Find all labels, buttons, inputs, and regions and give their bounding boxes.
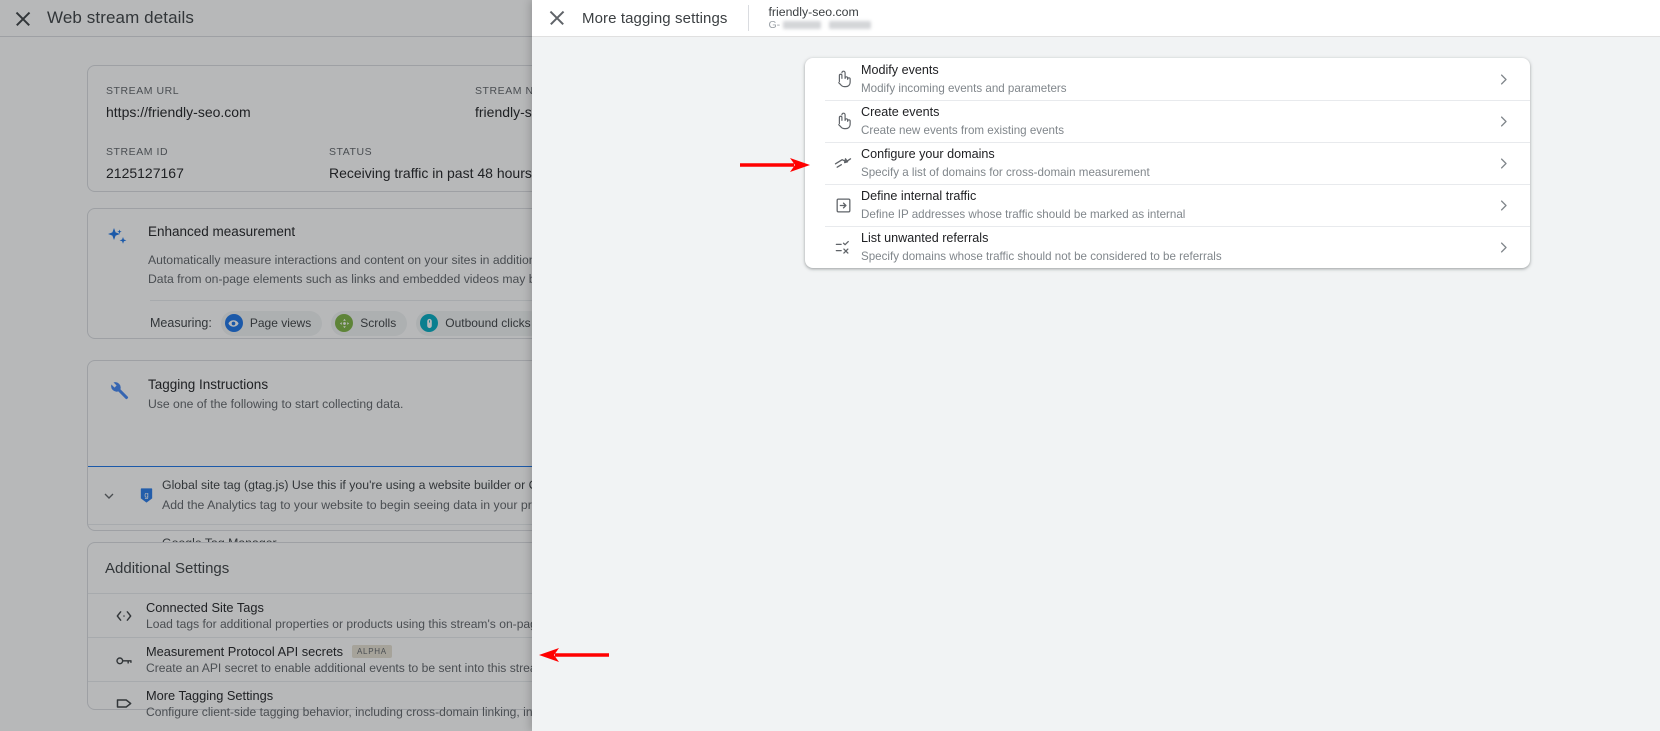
wrench-icon xyxy=(106,377,132,411)
row-title: Create events xyxy=(861,105,940,120)
chevron-right-icon[interactable] xyxy=(1490,240,1516,255)
property-info: friendly-seo.com G- xyxy=(769,5,872,31)
settings-row-list-unwanted-referrals[interactable]: List unwanted referrals Specify domains … xyxy=(805,226,1530,268)
chevron-right-icon[interactable] xyxy=(1490,198,1516,213)
chip-page-views[interactable]: Page views xyxy=(220,310,323,336)
close-icon[interactable] xyxy=(548,9,566,27)
chip-label: Scrolls xyxy=(360,316,397,331)
property-measurement-id: G- xyxy=(769,19,872,31)
field-stream-id: STREAM ID 2125127167 xyxy=(106,146,184,181)
sparkle-icon xyxy=(106,224,132,289)
row-text: Modify events Modify incoming events and… xyxy=(861,62,1490,95)
row-title-text: Connected Site Tags xyxy=(146,600,264,615)
page-title: Web stream details xyxy=(47,8,194,27)
more-tagging-settings-panel: More tagging settings friendly-seo.com G… xyxy=(532,0,1660,731)
svg-text:g: g xyxy=(144,491,148,500)
scroll-icon xyxy=(335,314,354,333)
row-title-text: Measurement Protocol API secrets xyxy=(146,644,344,659)
eye-icon xyxy=(224,314,243,333)
chevron-right-icon[interactable] xyxy=(1490,72,1516,87)
chevron-right-icon[interactable] xyxy=(1490,156,1516,171)
field-label: STREAM ID xyxy=(106,146,169,158)
panel-header: More tagging settings friendly-seo.com G… xyxy=(532,0,1660,37)
redacted-measurement-id xyxy=(783,21,822,30)
row-subtitle: Specify domains whose traffic should not… xyxy=(861,249,1222,263)
measuring-label: Measuring: xyxy=(150,316,212,331)
chip-scrolls[interactable]: Scrolls xyxy=(331,310,408,336)
row-title: Modify events xyxy=(861,63,939,78)
row-text: Define internal traffic Define IP addres… xyxy=(861,188,1490,221)
settings-row-create-events[interactable]: Create events Create new events from exi… xyxy=(805,100,1530,142)
row-subtitle: Define IP addresses whose traffic should… xyxy=(861,207,1186,221)
chevron-right-icon[interactable] xyxy=(1490,114,1516,129)
row-text: Configure your domains Specify a list of… xyxy=(861,146,1490,179)
row-subtitle: Specify a list of domains for cross-doma… xyxy=(861,165,1150,179)
internal-traffic-icon xyxy=(825,196,861,215)
settings-row-configure-your-domains[interactable]: Configure your domains Specify a list of… xyxy=(805,142,1530,184)
tagging-instructions-title: Tagging Instructions xyxy=(148,377,269,392)
tag-icon xyxy=(102,693,146,714)
row-title-text: More Tagging Settings xyxy=(146,688,274,703)
row-subtitle: Create new events from existing events xyxy=(861,123,1064,137)
chip-outbound-clicks[interactable]: Outbound clicks xyxy=(416,310,542,336)
cross-domain-icon xyxy=(825,153,861,173)
settings-row-modify-events[interactable]: Modify events Modify incoming events and… xyxy=(805,58,1530,100)
measurement-id-prefix: G- xyxy=(768,19,781,32)
unwanted-referrals-icon xyxy=(825,238,861,257)
row-title: Define internal traffic xyxy=(861,189,977,204)
chip-label: Outbound clicks xyxy=(445,316,531,331)
row-text: Create events Create new events from exi… xyxy=(861,104,1490,137)
tap-events-icon xyxy=(825,112,861,131)
tagging-instructions-subtitle: Use one of the following to start collec… xyxy=(148,397,404,411)
code-brackets-icon xyxy=(102,606,146,626)
header-divider xyxy=(747,5,749,31)
key-icon xyxy=(102,650,146,670)
chip-label: Page views xyxy=(249,316,312,331)
alpha-badge: ALPHA xyxy=(352,645,392,658)
redacted-measurement-id-2 xyxy=(829,21,872,30)
field-value: 2125127167 xyxy=(106,165,184,181)
status-text: Receiving traffic in past 48 hours. xyxy=(329,165,536,181)
settings-row-define-internal-traffic[interactable]: Define internal traffic Define IP addres… xyxy=(805,184,1530,226)
field-value: https://friendly-seo.com xyxy=(106,104,251,120)
row-subtitle: Modify incoming events and parameters xyxy=(861,81,1067,95)
row-text: List unwanted referrals Specify domains … xyxy=(861,230,1490,263)
tap-events-icon xyxy=(825,70,861,89)
field-label: STREAM URL xyxy=(106,85,180,97)
panel-title: More tagging settings xyxy=(582,9,728,27)
gtag-icon: g xyxy=(130,487,162,504)
property-name: friendly-seo.com xyxy=(768,4,859,19)
field-stream-url: STREAM URL https://friendly-seo.com xyxy=(106,85,251,120)
close-icon[interactable] xyxy=(13,8,33,28)
screenshot-root: Web stream details STREAM URL https://fr… xyxy=(0,0,1660,731)
tagging-settings-list-card: Modify events Modify incoming events and… xyxy=(805,58,1530,268)
mouse-icon xyxy=(420,314,439,333)
row-title: Configure your domains xyxy=(861,147,995,162)
chevron-down-icon[interactable] xyxy=(88,488,130,504)
row-title: List unwanted referrals xyxy=(861,231,989,246)
